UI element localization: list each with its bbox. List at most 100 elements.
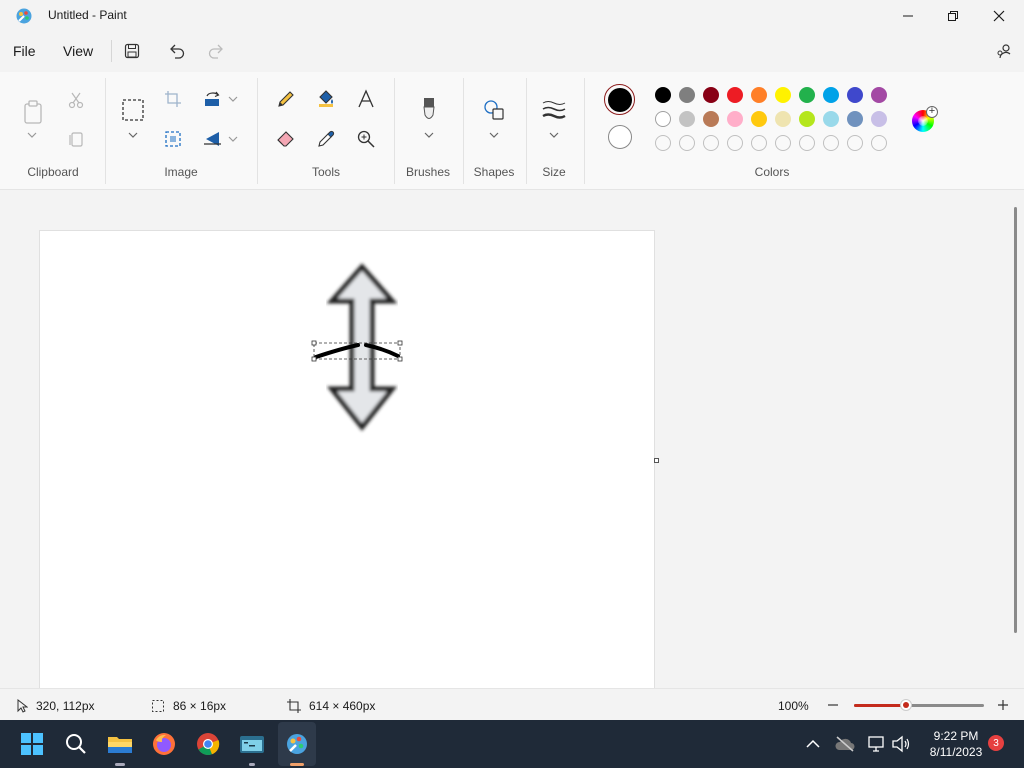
palette-color-swatch[interactable] [823,87,839,103]
undo-icon[interactable] [165,40,189,62]
selection-handle[interactable] [397,340,403,346]
palette-color-swatch[interactable] [727,111,743,127]
notification-badge[interactable]: 3 [988,735,1004,751]
canvas-resize-handle-right[interactable] [654,458,659,463]
custom-color-slot[interactable] [679,135,695,151]
palette-color-swatch[interactable] [871,87,887,103]
firefox-icon[interactable] [148,728,180,760]
custom-color-slot[interactable] [703,135,719,151]
rotate-chevron-down-icon[interactable] [228,96,238,104]
selection-handle[interactable] [311,340,317,346]
volume-icon[interactable] [885,728,917,760]
palette-color-swatch[interactable] [751,87,767,103]
custom-color-slot[interactable] [847,135,863,151]
palette-color-swatch[interactable] [847,111,863,127]
file-explorer-icon[interactable] [104,728,136,760]
select-icon[interactable] [121,98,145,122]
brushes-chevron-down-icon[interactable] [424,132,434,140]
custom-color-slot[interactable] [799,135,815,151]
close-button[interactable] [976,0,1022,32]
resize-arrow-shape [326,263,398,432]
zoom-level-text[interactable]: 100% [778,699,809,713]
palette-color-swatch[interactable] [775,111,791,127]
selection-handle[interactable] [397,356,403,362]
palette-color-swatch[interactable] [727,87,743,103]
system-clock[interactable]: 9:22 PM 8/11/2023 [920,728,992,760]
chevron-up-icon[interactable] [797,728,829,760]
zoom-slider-fill [854,704,906,707]
custom-color-slot[interactable] [655,135,671,151]
redo-icon[interactable] [204,40,228,62]
zoom-in-icon[interactable] [996,698,1010,712]
select-chevron-down-icon[interactable] [128,132,138,140]
paint-taskbar-icon[interactable] [281,728,313,760]
search-icon[interactable] [60,728,92,760]
custom-color-slot[interactable] [751,135,767,151]
zoom-slider[interactable] [854,699,984,711]
vertical-scrollbar[interactable] [1014,207,1017,633]
size-icon[interactable] [542,98,566,122]
account-settings-icon[interactable] [992,40,1016,62]
selection-handle[interactable] [311,356,317,362]
fill-bucket-icon[interactable] [314,87,338,111]
restore-button[interactable] [930,0,976,32]
cut-icon[interactable] [64,88,88,112]
start-icon[interactable] [16,728,48,760]
brushes-icon[interactable] [417,98,441,122]
eraser-icon[interactable] [274,127,298,151]
crop-icon[interactable] [161,87,185,111]
primary-color-selector[interactable] [604,84,635,115]
custom-color-slot[interactable] [775,135,791,151]
palette-color-swatch[interactable] [847,87,863,103]
colors-group-label: Colors [754,165,790,179]
palette-color-swatch[interactable] [871,111,887,127]
custom-color-slot[interactable] [871,135,887,151]
minimize-button[interactable] [885,0,931,32]
flip-chevron-down-icon[interactable] [228,136,238,144]
zoom-slider-thumb[interactable] [900,699,912,711]
magnifier-icon[interactable] [354,127,378,151]
palette-color-swatch[interactable] [751,111,767,127]
save-icon[interactable] [120,40,144,62]
terminal-icon[interactable] [236,728,268,760]
palette-color-swatch[interactable] [823,111,839,127]
rotate-icon[interactable] [201,87,225,111]
canvas-drawing [311,263,403,432]
palette-color-swatch[interactable] [655,111,671,127]
secondary-color-swatch[interactable] [608,125,632,149]
size-chevron-down-icon[interactable] [549,132,559,140]
shapes-chevron-down-icon[interactable] [489,132,499,140]
zoom-out-icon[interactable] [826,698,840,712]
status-bar: 320, 112px 86 × 16px 614 × 460px 100% [0,688,1024,720]
brushes-group-label: Brushes [405,165,451,179]
palette-color-swatch[interactable] [679,87,695,103]
palette-color-swatch[interactable] [799,111,815,127]
cursor-position-text: 320, 112px [36,699,95,713]
palette-color-swatch[interactable] [703,111,719,127]
color-picker-icon[interactable] [314,127,338,151]
palette-color-swatch[interactable] [679,111,695,127]
palette-color-swatch[interactable] [775,87,791,103]
edit-colors-icon[interactable]: + [910,106,938,133]
pencil-icon[interactable] [274,87,298,111]
custom-color-slot[interactable] [823,135,839,151]
paste-chevron-down-icon[interactable] [27,132,37,140]
image-group-label: Image [164,165,198,179]
onedrive-offline-icon[interactable] [829,728,861,760]
drawing-canvas[interactable] [40,231,654,688]
resize-icon[interactable] [161,127,185,151]
palette-color-swatch[interactable] [655,87,671,103]
flip-icon[interactable] [201,127,225,151]
paste-icon[interactable] [20,98,46,126]
shapes-icon[interactable] [482,98,506,122]
size-group-label: Size [542,165,566,179]
menu-view[interactable]: View [63,43,93,59]
custom-color-slot[interactable] [727,135,743,151]
menu-file[interactable]: File [13,43,36,59]
selection-size-text: 86 × 16px [173,699,227,713]
text-icon[interactable] [354,87,378,111]
chrome-icon[interactable] [192,728,224,760]
copy-icon[interactable] [64,127,88,151]
palette-color-swatch[interactable] [703,87,719,103]
palette-color-swatch[interactable] [799,87,815,103]
